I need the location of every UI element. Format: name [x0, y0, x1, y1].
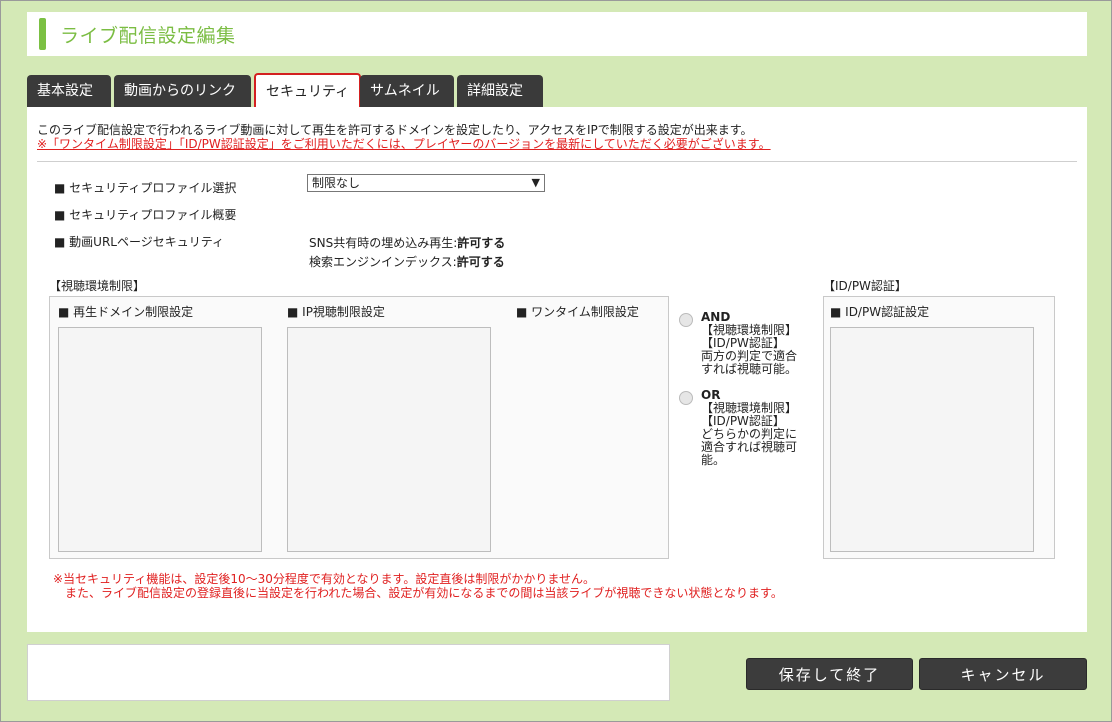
- security-note: ※当セキュリティ機能は、設定後10～30分程度で有効となります。設定直後は制限が…: [53, 572, 783, 600]
- ip-restriction-input[interactable]: [287, 327, 491, 552]
- domain-restriction-input[interactable]: [58, 327, 262, 552]
- profile-select-label: セキュリティプロファイル選択: [54, 179, 236, 196]
- idpw-title: ID/PW認証設定: [830, 303, 929, 320]
- page-title: ライブ配信設定編集: [60, 25, 236, 47]
- or-option-label: OR 【視聴環境制限】 【ID/PW認証】 どちらかの判定に 適合すれば視聴可 …: [701, 389, 797, 467]
- sns-embed-text: SNS共有時の埋め込み再生:: [309, 236, 458, 250]
- idpw-heading: 【ID/PW認証】: [823, 279, 907, 293]
- and-option-label: AND 【視聴環境制限】 【ID/PW認証】 両方の判定で適合 すれば視聴可能。: [701, 311, 797, 376]
- tab-basic[interactable]: 基本設定: [27, 75, 111, 107]
- title-accent: [39, 18, 46, 50]
- sns-embed-setting: SNS共有時の埋め込み再生:許可する: [309, 234, 505, 251]
- tab-advanced[interactable]: 詳細設定: [457, 75, 543, 107]
- url-page-security-label: 動画URLページセキュリティ: [54, 233, 224, 250]
- security-description: このライブ配信設定で行われるライブ動画に対して再生を許可するドメインを設定したり…: [37, 123, 771, 151]
- or-line-5: 能。: [701, 453, 726, 467]
- chevron-down-icon: ▼: [531, 176, 540, 189]
- live-settings-editor: ライブ配信設定編集 基本設定 動画からのリンク セキュリティ サムネイル 詳細設…: [1, 1, 1111, 721]
- idpw-box: ID/PW認証設定: [823, 296, 1055, 559]
- title-bar: ライブ配信設定編集: [27, 12, 1087, 56]
- env-restriction-box: 再生ドメイン制限設定 IP視聴制限設定 ワンタイム制限設定: [49, 296, 669, 559]
- tab-security[interactable]: セキュリティ: [254, 73, 361, 109]
- onetime-restriction-title: ワンタイム制限設定: [516, 303, 639, 320]
- or-radio[interactable]: [679, 391, 693, 405]
- save-and-exit-button[interactable]: 保存して終了: [746, 658, 913, 690]
- ip-restriction-title: IP視聴制限設定: [287, 303, 385, 320]
- idpw-input[interactable]: [830, 327, 1034, 552]
- env-restriction-heading: 【視聴環境制限】: [49, 279, 146, 293]
- search-index-text: 検索エンジンインデックス:: [309, 255, 457, 269]
- divider: [37, 161, 1077, 162]
- description-text: このライブ配信設定で行われるライブ動画に対して再生を許可するドメインを設定したり…: [37, 123, 753, 137]
- security-profile-select[interactable]: 制限なし ▼: [307, 174, 545, 192]
- note-line-1: ※当セキュリティ機能は、設定後10～30分程度で有効となります。設定直後は制限が…: [53, 572, 595, 586]
- tab-thumbnail[interactable]: サムネイル: [360, 75, 454, 107]
- domain-restriction-title: 再生ドメイン制限設定: [58, 303, 193, 320]
- message-area: [27, 644, 670, 701]
- tab-video-link[interactable]: 動画からのリンク: [114, 75, 251, 107]
- search-index-value: 許可する: [456, 255, 505, 269]
- profile-summary-label: セキュリティプロファイル概要: [54, 206, 236, 223]
- security-panel: このライブ配信設定で行われるライブ動画に対して再生を許可するドメインを設定したり…: [27, 107, 1087, 632]
- search-index-setting: 検索エンジンインデックス:許可する: [309, 253, 505, 270]
- security-profile-value: 制限なし: [312, 176, 361, 190]
- sns-embed-value: 許可する: [457, 236, 506, 250]
- and-line-4: すれば視聴可能。: [701, 362, 798, 376]
- note-line-2: また、ライブ配信設定の登録直後に当設定を行われた場合、設定が有効になるまでの間は…: [65, 586, 783, 600]
- and-radio[interactable]: [679, 313, 693, 327]
- player-version-warning: ※「ワンタイム制限設定」「ID/PW認証設定」をご利用いただくには、プレイヤーの…: [37, 137, 771, 151]
- cancel-button[interactable]: キャンセル: [919, 658, 1087, 690]
